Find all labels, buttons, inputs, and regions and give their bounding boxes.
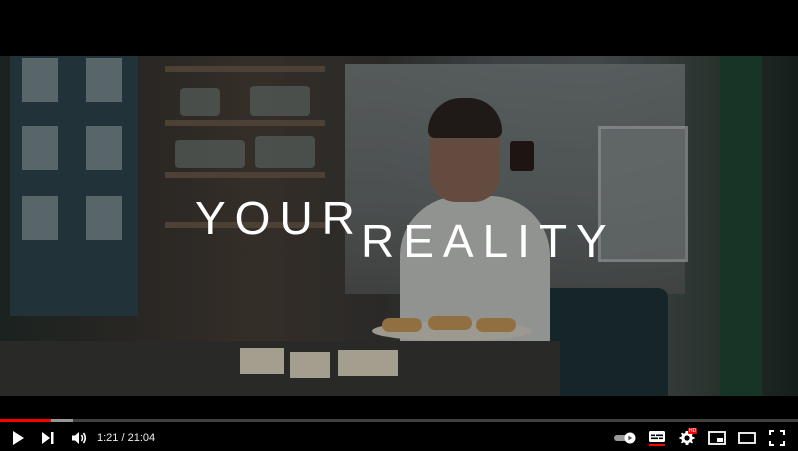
miniplayer-icon: [708, 431, 726, 445]
time-display: 1:21 / 21:04: [97, 432, 156, 444]
video-title-line1: YOUR: [195, 192, 364, 244]
play-button[interactable]: [8, 428, 28, 448]
progress-played: [0, 419, 52, 422]
theater-mode-button[interactable]: [736, 428, 758, 448]
next-button[interactable]: [38, 428, 58, 448]
play-icon: [11, 430, 25, 446]
miniplayer-button[interactable]: [706, 428, 728, 448]
settings-button[interactable]: HD: [676, 428, 698, 448]
progress-bar[interactable]: [0, 419, 798, 422]
hd-badge: HD: [688, 428, 698, 434]
video-title-line2: REALITY: [361, 215, 616, 267]
video-frame[interactable]: YOUR REALITY: [0, 56, 798, 396]
video-player[interactable]: YOUR REALITY 1:21 / 21:04 HD: [0, 0, 798, 451]
captions-button[interactable]: [646, 428, 668, 448]
mute-button[interactable]: [68, 428, 90, 448]
fullscreen-button[interactable]: [766, 428, 788, 448]
autoplay-toggle-icon: [613, 432, 637, 444]
fullscreen-icon: [769, 430, 785, 446]
theater-icon: [738, 432, 756, 444]
volume-icon: [71, 431, 87, 445]
player-controls: 1:21 / 21:04 HD: [0, 424, 798, 451]
captions-icon: [648, 430, 666, 446]
autoplay-toggle[interactable]: [612, 428, 638, 448]
next-icon: [41, 431, 55, 445]
